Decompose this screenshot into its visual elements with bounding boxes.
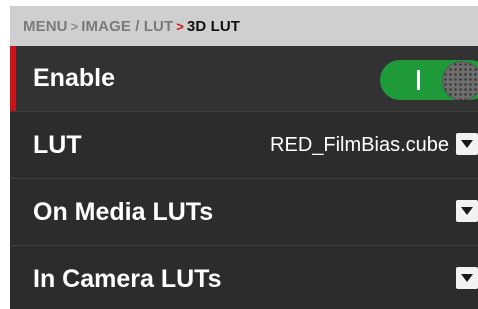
on-media-luts-label: On Media LUTs (33, 198, 214, 226)
breadcrumb-current: 3D LUT (186, 17, 241, 35)
chevron-down-icon (461, 207, 473, 215)
breadcrumb-separator-active-icon: > (176, 18, 184, 34)
lut-row[interactable]: LUT RED_FilmBias.cube (10, 113, 478, 179)
menu-panel: MENU > IMAGE / LUT > 3D LUT Enable LUT R… (10, 6, 478, 309)
breadcrumb-menu[interactable]: MENU (23, 18, 68, 35)
on-media-luts-dropdown-button[interactable] (456, 200, 478, 222)
lut-value[interactable]: RED_FilmBias.cube (270, 113, 449, 178)
in-camera-luts-dropdown-button[interactable] (456, 267, 478, 289)
lut-dropdown-button[interactable] (456, 133, 478, 155)
lut-label: LUT (33, 131, 82, 159)
chevron-down-icon (461, 140, 473, 148)
breadcrumb-separator-icon: > (70, 18, 79, 34)
in-camera-luts-label: In Camera LUTs (33, 265, 222, 293)
toggle-knob[interactable] (442, 61, 478, 100)
in-camera-luts-row[interactable]: In Camera LUTs (10, 247, 478, 309)
enable-label: Enable (33, 64, 115, 92)
on-media-luts-row[interactable]: On Media LUTs (10, 180, 478, 246)
toggle-on-indicator-icon (417, 70, 420, 90)
enable-toggle[interactable] (380, 60, 478, 100)
selection-accent (10, 46, 16, 111)
enable-row[interactable]: Enable (10, 46, 478, 112)
chevron-down-icon (461, 274, 473, 282)
breadcrumb: MENU > IMAGE / LUT > 3D LUT (10, 6, 478, 46)
breadcrumb-image-lut[interactable]: IMAGE / LUT (81, 18, 173, 35)
